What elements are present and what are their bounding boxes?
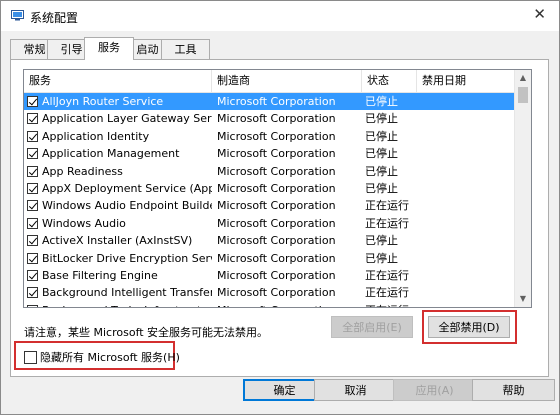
service-checkbox[interactable] [27, 148, 38, 160]
column-header-status[interactable]: 状态 [362, 70, 417, 92]
vertical-scrollbar[interactable]: ▲ ▼ [514, 70, 531, 307]
service-checkbox[interactable] [27, 235, 38, 247]
service-manufacturer: Microsoft Corporation [217, 268, 336, 282]
service-name: Background Intelligent Transfer ... [42, 286, 212, 300]
scroll-thumb[interactable] [518, 87, 528, 103]
service-name: Application Identity [42, 129, 150, 143]
column-header-disable-date[interactable]: 禁用日期 [417, 70, 515, 92]
service-row[interactable]: AppX Deployment Service (AppX... Microsof… [24, 180, 515, 197]
service-row[interactable]: Application Management Microsoft Corporat… [24, 145, 515, 162]
service-name: App Readiness [42, 164, 123, 178]
service-checkbox[interactable] [27, 113, 38, 125]
service-name: AppX Deployment Service (AppX... [42, 181, 212, 195]
service-row[interactable]: Windows Audio Microsoft Corporation 正在运行 [24, 215, 515, 232]
service-manufacturer: Microsoft Corporation [217, 286, 336, 300]
service-status: 已停止 [365, 181, 398, 195]
service-manufacturer: Microsoft Corporation [217, 216, 336, 230]
service-manufacturer: Microsoft Corporation [217, 112, 336, 126]
apply-button[interactable]: 应用(A) [393, 379, 476, 401]
service-row[interactable]: ActiveX Installer (AxInstSV) Microsoft Co… [24, 232, 515, 249]
tab-tools[interactable]: 工具 [161, 39, 210, 59]
service-status: 已停止 [365, 234, 398, 248]
service-manufacturer: Microsoft Corporation [217, 147, 336, 161]
service-name: BitLocker Drive Encryption Service [42, 251, 212, 265]
service-checkbox[interactable] [27, 252, 38, 264]
service-name: Windows Audio Endpoint Builder [42, 199, 212, 213]
service-checkbox[interactable] [27, 200, 38, 212]
service-status: 已停止 [365, 251, 398, 265]
column-header-manufacturer[interactable]: 制造商 [212, 70, 362, 92]
service-row[interactable]: Application Identity Microsoft Corporatio… [24, 128, 515, 145]
scroll-down-icon[interactable]: ▼ [515, 291, 531, 307]
service-status: 正在运行 [365, 199, 409, 213]
app-icon [11, 10, 24, 21]
service-status: 已停止 [365, 147, 398, 161]
service-manufacturer: Microsoft Corporation [217, 251, 336, 265]
service-name: Windows Audio [42, 216, 126, 230]
list-header: 服务 制造商 状态 禁用日期 [24, 70, 515, 93]
service-checkbox[interactable] [27, 269, 38, 281]
service-row[interactable]: Base Filtering Engine Microsoft Corporati… [24, 267, 515, 284]
service-status: 已停止 [365, 164, 398, 178]
service-checkbox[interactable] [27, 287, 38, 299]
service-name: AllJoyn Router Service [42, 95, 164, 108]
close-icon[interactable]: ✕ [533, 5, 546, 23]
service-name: ActiveX Installer (AxInstSV) [42, 234, 193, 248]
service-status: 正在运行 [365, 302, 415, 307]
service-status: 已停止 [365, 112, 398, 126]
service-row[interactable]: App Readiness Microsoft Corporation 已停止 [24, 163, 515, 180]
service-status: 正在运行 [365, 286, 409, 300]
system-config-window: 系统配置 ✕ 常规 引导 服务 启动 工具 服务 制造商 状态 禁用日期 All… [0, 0, 560, 415]
service-name: Base Filtering Engine [42, 268, 158, 282]
service-manufacturer: Microsoft Corporation [217, 164, 336, 178]
tab-services[interactable]: 服务 [84, 37, 134, 60]
service-row[interactable]: Application Layer Gateway Service Microso… [24, 110, 515, 127]
service-status: 已停止 [365, 95, 398, 108]
service-row[interactable]: BitLocker Drive Encryption Service Micros… [24, 250, 515, 267]
service-status: 正在运行 [365, 268, 409, 282]
service-manufacturer: Microsoft Corporation [217, 181, 336, 195]
service-rows: AllJoyn Router Service Microsoft Corporat… [24, 93, 515, 307]
service-checkbox[interactable] [27, 182, 38, 194]
service-checkbox[interactable] [27, 130, 38, 142]
service-row[interactable]: Background Tasks Infrastructure ... Micro… [24, 302, 515, 307]
help-button[interactable]: 帮助 [472, 379, 555, 401]
service-checkbox[interactable] [27, 165, 38, 177]
service-row[interactable]: AllJoyn Router Service Microsoft Corporat… [24, 93, 515, 111]
service-name: Application Management [42, 147, 180, 161]
service-name: Background Tasks Infrastructure ... [42, 302, 212, 307]
service-row[interactable]: Background Intelligent Transfer ... Micro… [24, 284, 515, 301]
hide-ms-checkbox[interactable] [24, 351, 37, 364]
service-status: 已停止 [365, 129, 398, 143]
hide-ms-label[interactable]: 隐藏所有 Microsoft 服务(H) [40, 349, 180, 365]
service-manufacturer: Microsoft Corporation [217, 199, 336, 213]
service-row[interactable]: Windows Audio Endpoint Builder Microsoft … [24, 197, 515, 214]
service-manufacturer: Microsoft Corporation [217, 95, 336, 108]
scroll-up-icon[interactable]: ▲ [515, 70, 531, 86]
service-status: 正在运行 [365, 216, 409, 230]
service-name: Application Layer Gateway Service [42, 112, 212, 126]
services-list[interactable]: 服务 制造商 状态 禁用日期 AllJoyn Router Service Mic… [23, 69, 532, 308]
services-panel: 服务 制造商 状态 禁用日期 AllJoyn Router Service Mic… [10, 59, 549, 377]
window-title: 系统配置 [30, 11, 79, 25]
notice-text: 请注意，某些 Microsoft 安全服务可能无法禁用。 [24, 326, 269, 339]
title-bar: 系统配置 ✕ [1, 1, 559, 31]
service-checkbox[interactable] [27, 217, 38, 229]
disable-all-button[interactable]: 全部禁用(D) [428, 316, 510, 338]
enable-all-button[interactable]: 全部启用(E) [331, 316, 413, 338]
cancel-button[interactable]: 取消 [314, 379, 397, 401]
service-checkbox[interactable] [27, 304, 38, 307]
column-header-service[interactable]: 服务 [24, 70, 212, 92]
service-manufacturer: Microsoft Corporation [217, 302, 362, 307]
service-manufacturer: Microsoft Corporation [217, 234, 336, 248]
service-manufacturer: Microsoft Corporation [217, 129, 336, 143]
service-checkbox[interactable] [27, 96, 38, 107]
